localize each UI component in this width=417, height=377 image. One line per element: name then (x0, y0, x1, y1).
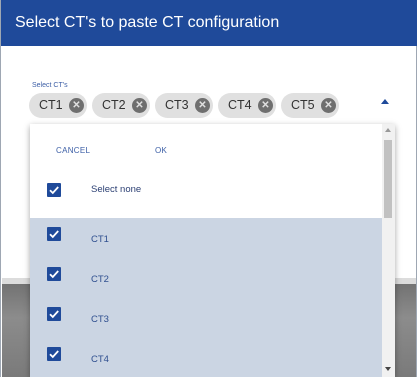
scroll-up-arrow-icon[interactable] (385, 128, 391, 132)
option-label: CT1 (91, 234, 109, 245)
dropdown-scrollbar[interactable] (382, 124, 395, 377)
chip-label: CT4 (228, 98, 252, 112)
cancel-button[interactable]: CANCEL (56, 146, 90, 155)
option-ct2[interactable]: CT2 (30, 258, 382, 298)
option-ct1[interactable]: CT1 (30, 218, 382, 258)
option-ct4[interactable]: CT4 (30, 338, 382, 377)
option-label: CT4 (91, 354, 109, 365)
dialog-title: Select CT's to paste CT configuration (1, 0, 417, 46)
chip-label: CT2 (102, 98, 126, 112)
ct-options-dropdown: CANCEL OK Select none CT1 CT2 CT3 CT4 (30, 124, 395, 377)
chip-ct2[interactable]: CT2 ✕ (92, 93, 150, 118)
close-circle-icon[interactable]: ✕ (195, 98, 210, 113)
option-label: CT3 (91, 314, 109, 325)
chip-label: CT5 (291, 98, 315, 112)
scroll-down-arrow-icon[interactable] (385, 367, 391, 371)
checkbox-checked-icon[interactable] (47, 227, 61, 241)
close-circle-icon[interactable]: ✕ (132, 98, 147, 113)
close-circle-icon[interactable]: ✕ (321, 98, 336, 113)
option-label: CT2 (91, 274, 109, 285)
select-cts-label: Select CT's (32, 82, 68, 89)
close-circle-icon[interactable]: ✕ (69, 98, 84, 113)
scrollbar-thumb[interactable] (384, 140, 392, 218)
chip-ct1[interactable]: CT1 ✕ (29, 93, 87, 118)
chip-ct4[interactable]: CT4 ✕ (218, 93, 276, 118)
caret-up-icon[interactable] (381, 99, 389, 104)
checkbox-checked-icon[interactable] (47, 183, 61, 197)
chip-ct3[interactable]: CT3 ✕ (155, 93, 213, 118)
chip-ct5[interactable]: CT5 ✕ (281, 93, 339, 118)
chip-label: CT1 (39, 98, 63, 112)
checkbox-checked-icon[interactable] (47, 267, 61, 281)
checkbox-checked-icon[interactable] (47, 347, 61, 361)
close-circle-icon[interactable]: ✕ (258, 98, 273, 113)
ok-button[interactable]: OK (155, 146, 167, 155)
checkbox-checked-icon[interactable] (47, 307, 61, 321)
select-none-label: Select none (91, 184, 142, 195)
ct-paste-dialog: Select CT's to paste CT configuration Se… (0, 0, 417, 377)
option-ct3[interactable]: CT3 (30, 298, 382, 338)
select-none-option[interactable]: Select none (30, 170, 382, 210)
chip-label: CT3 (165, 98, 189, 112)
